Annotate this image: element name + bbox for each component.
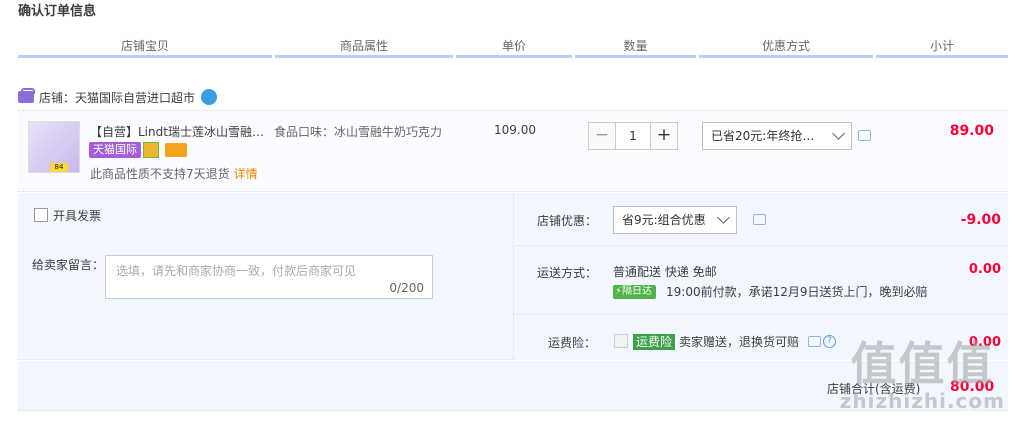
store-discount-amount: -9.00: [960, 212, 1001, 228]
shop-icon: [18, 88, 35, 103]
no-return-text: 此商品性质不支持7天退货: [90, 167, 230, 181]
quantity-stepper: − 1 +: [588, 122, 678, 150]
card-payment-icon: [165, 143, 187, 157]
header-quantity: 数量: [575, 36, 696, 58]
help-icon[interactable]: ?: [823, 335, 837, 348]
next-day-badge-text: 隔日达: [622, 285, 653, 297]
shipping-method: 普通配送 快递 免邮: [613, 265, 717, 279]
memo-char-count: 0/200: [389, 281, 424, 295]
seller-memo-input[interactable]: 选填，请先和商家协商一致，付款后商家可见 0/200: [105, 255, 433, 299]
store-discount-value: 省9元:组合优惠: [622, 213, 706, 227]
watermark-url: zhizhizhi.com: [839, 389, 1005, 413]
tmall-global-tag: 天猫国际: [89, 142, 141, 158]
chevron-down-icon: [717, 211, 730, 224]
item-row: 84 【自营】Lindt瑞士莲冰山雪融… 天猫国际 此商品性质不支持7天退货 详情…: [18, 110, 1008, 192]
header-shop-item: 店铺宝贝: [18, 36, 272, 58]
site-watermark: 值值值 zhizhizhi.com: [840, 338, 1005, 412]
memo-label: 给卖家留言：: [32, 258, 105, 272]
insurance-checkbox: [614, 334, 628, 348]
product-title-link[interactable]: 【自营】Lindt瑞士莲冰山雪融…: [90, 123, 268, 140]
page-title: 确认订单信息: [18, 4, 97, 19]
wangwang-chat-icon[interactable]: [201, 89, 218, 105]
table-header: 店铺宝贝 商品属性 单价 数量 优惠方式 小计: [18, 36, 1008, 58]
decrease-quantity-button[interactable]: −: [588, 122, 616, 150]
header-price: 单价: [456, 36, 572, 58]
item-promotion-value: 已省20元:年终抢…: [711, 129, 815, 143]
shop-row: 店铺：天猫国际自营进口超市: [18, 87, 218, 107]
header-attribute: 商品属性: [275, 36, 453, 58]
header-promotion: 优惠方式: [699, 36, 873, 58]
next-day-badge: ⚡隔日达: [613, 284, 657, 299]
invoice-label: 开具发票: [53, 209, 102, 223]
detail-link[interactable]: 详情: [234, 167, 258, 181]
insurance-comment-icon[interactable]: [808, 336, 822, 347]
insurance-label: 运费险：: [548, 336, 597, 350]
product-attribute: 食品口味：冰山雪融牛奶巧克力: [274, 125, 443, 139]
watermark-logo: 值值值: [850, 337, 995, 391]
chevron-down-icon: [832, 127, 845, 140]
delivery-promise: ⚡隔日达 19:00前付款，承诺12月9日送货上门，晚到必赔: [613, 283, 928, 300]
unit-price: 109.00: [494, 123, 536, 137]
memo-placeholder: 选填，请先和商家协商一致，付款后商家可见: [116, 264, 357, 278]
header-subtotal: 小计: [876, 36, 1008, 58]
shipping-label: 运送方式：: [537, 266, 598, 280]
insurance-desc: 卖家赠送，退换货可赔: [679, 335, 800, 349]
quantity-input[interactable]: 1: [616, 122, 650, 150]
item-subtotal: 89.00: [949, 123, 994, 139]
divider: [513, 314, 1008, 315]
no-return-notice: 此商品性质不支持7天退货 详情: [90, 165, 258, 182]
service-badge-icon: [143, 142, 159, 158]
store-discount-label: 店铺优惠：: [537, 214, 598, 228]
promo-comment-icon[interactable]: [858, 130, 871, 141]
shop-name[interactable]: 店铺：天猫国际自营进口超市: [39, 89, 195, 106]
increase-quantity-button[interactable]: +: [650, 122, 678, 150]
insurance-info: 运费险 卖家赠送，退换货可赔 ?: [633, 333, 837, 350]
shipping-amount: 0.00: [968, 262, 1001, 277]
discount-comment-icon[interactable]: [753, 214, 766, 225]
store-discount-select[interactable]: 省9元:组合优惠: [613, 206, 737, 234]
item-promotion-select[interactable]: 已省20元:年终抢…: [702, 122, 852, 150]
divider: [513, 245, 1008, 246]
insurance-badge: 运费险: [633, 333, 676, 350]
invoice-checkbox[interactable]: [34, 208, 48, 222]
thumbnail-badge: 84: [50, 163, 68, 172]
delivery-eta: 19:00前付款，承诺12月9日送货上门，晚到必赔: [666, 285, 928, 299]
